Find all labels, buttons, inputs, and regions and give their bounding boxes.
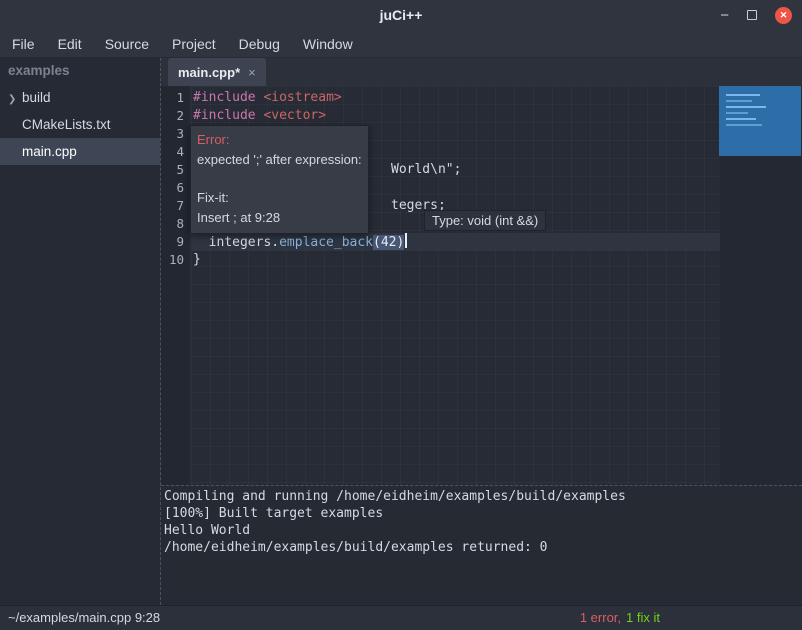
file-location: ~/examples/main.cpp 9:28 (8, 606, 160, 630)
pane-divider-vertical[interactable] (160, 58, 161, 605)
minimize-icon: − (720, 8, 729, 23)
line-number: 1 (161, 89, 189, 107)
tree-item-main-cpp[interactable]: main.cpp (0, 138, 160, 165)
close-icon: ✕ (780, 10, 788, 21)
tabbar: main.cpp* × (161, 58, 802, 86)
menubar: File Edit Source Project Debug Window (0, 30, 802, 58)
tree-item-label: build (22, 90, 51, 105)
minimap-line (726, 124, 762, 126)
pane-divider-horizontal[interactable] (161, 485, 802, 486)
terminal-line: Hello World (164, 522, 802, 539)
line-number: 4 (161, 143, 189, 161)
tree-item-label: CMakeLists.txt (22, 117, 111, 132)
tab-label: main.cpp* (178, 65, 240, 80)
menu-item-project[interactable]: Project (172, 36, 216, 52)
line-number: 2 (161, 107, 189, 125)
window-title: juCi++ (0, 0, 802, 30)
minimap-line (726, 94, 760, 96)
menu-item-window[interactable]: Window (303, 36, 353, 52)
line-number-gutter: 1 2 3 4 5 6 7 8 9 10 (161, 86, 189, 485)
minimap[interactable] (719, 86, 801, 156)
line-number: 9 (161, 233, 189, 251)
text-cursor (405, 233, 407, 248)
code-line-1: #include <iostream> (191, 89, 720, 107)
diagnostics-summary: 1 error, 1 fix it (580, 606, 660, 630)
minimize-button[interactable]: − (720, 8, 729, 23)
code-line-9-current: integers.emplace_back(42) (191, 233, 720, 251)
code-line-10: } (191, 251, 720, 269)
tree-item-build[interactable]: ❯build (0, 84, 160, 111)
project-name: examples (0, 58, 160, 84)
fixit-count: 1 fix it (626, 610, 660, 625)
menu-item-debug[interactable]: Debug (239, 36, 280, 52)
menu-item-source[interactable]: Source (105, 36, 149, 52)
menu-item-file[interactable]: File (12, 36, 35, 52)
line-number: 8 (161, 215, 189, 233)
line-number: 3 (161, 125, 189, 143)
code-line-2: #include <vector> (191, 107, 720, 125)
tree-item-cmakelists[interactable]: CMakeLists.txt (0, 111, 160, 138)
line-number: 6 (161, 179, 189, 197)
type-tooltip: Type: void (int &&) (424, 210, 546, 231)
statusbar: ~/examples/main.cpp 9:28 1 error, 1 fix i… (0, 605, 802, 630)
minimap-line (726, 118, 756, 120)
terminal-line: [100%] Built target examples (164, 505, 802, 522)
terminal-line: /home/eidheim/examples/build/examples re… (164, 539, 802, 556)
minimap-line (726, 100, 752, 102)
maximize-button[interactable] (747, 10, 757, 20)
fixit-label: Fix-it: (197, 188, 362, 208)
error-label: Error: (197, 130, 362, 150)
tab-main-cpp[interactable]: main.cpp* × (168, 58, 266, 86)
file-tree-panel: examples ❯build CMakeLists.txt main.cpp (0, 58, 160, 605)
terminal-line: Compiling and running /home/eidheim/exam… (164, 488, 802, 505)
minimap-line (726, 106, 766, 108)
line-number: 5 (161, 161, 189, 179)
error-count: 1 error, (580, 610, 621, 625)
titlebar: juCi++ − ✕ (0, 0, 802, 31)
maximize-icon (747, 10, 757, 20)
error-message: expected ';' after expression: (197, 150, 362, 170)
terminal-output[interactable]: Compiling and running /home/eidheim/exam… (161, 486, 802, 605)
fixit-message: Insert ; at 9:28 (197, 208, 362, 228)
tooltip-spacer (197, 170, 362, 188)
juci-window: juCi++ − ✕ File Edit Source Project Debu… (0, 0, 802, 630)
tree-item-label: main.cpp (22, 144, 77, 159)
close-button[interactable]: ✕ (775, 7, 792, 24)
line-number: 10 (161, 251, 189, 269)
minimap-line (726, 112, 748, 114)
chevron-right-icon[interactable]: ❯ (8, 86, 22, 111)
diagnostic-tooltip: Error: expected ';' after expression: Fi… (190, 125, 369, 234)
window-controls: − ✕ (720, 0, 792, 30)
menu-item-edit[interactable]: Edit (58, 36, 82, 52)
tab-close-icon[interactable]: × (248, 65, 256, 80)
line-number: 7 (161, 197, 189, 215)
